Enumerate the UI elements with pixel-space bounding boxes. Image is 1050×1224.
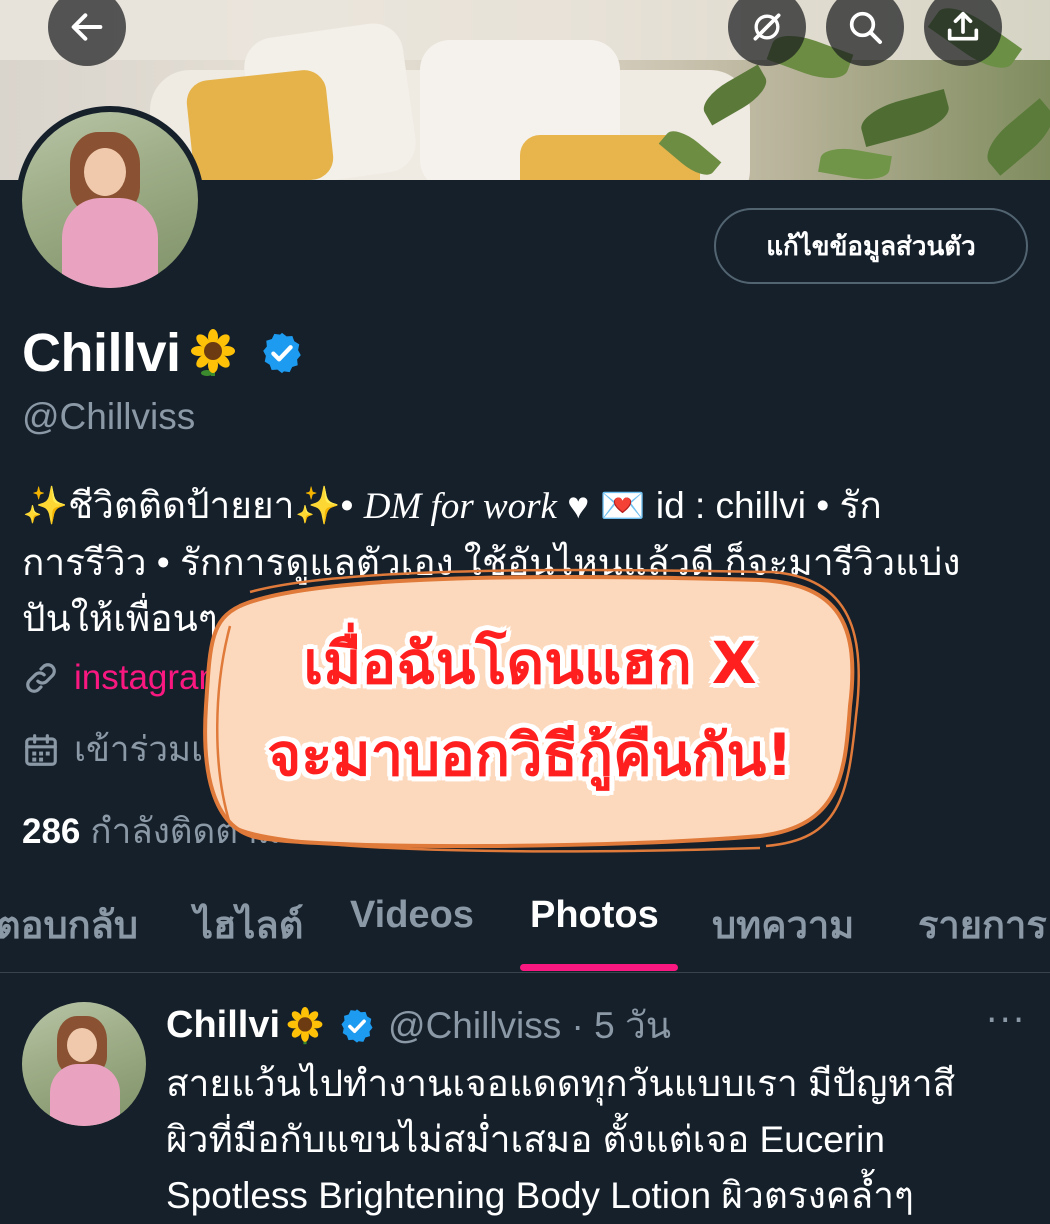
sunflower-icon bbox=[190, 329, 235, 376]
grok-icon bbox=[753, 13, 781, 41]
calendar-icon bbox=[25, 733, 57, 766]
tab-highlights[interactable]: ไฮไลต์ bbox=[194, 894, 303, 955]
tab-replies[interactable]: ตอบกลับ bbox=[0, 894, 138, 955]
tweet-author-name[interactable]: Chillvi bbox=[166, 1004, 280, 1047]
edit-profile-button[interactable]: แก้ไขข้อมูลส่วนตัว bbox=[714, 208, 1028, 284]
following-count: 286 bbox=[22, 812, 81, 851]
bio-dm-for-work: DM for work bbox=[363, 486, 557, 527]
tweet-header: Chillvi @Chillviss · 5 วัน bbox=[166, 996, 671, 1055]
search-icon bbox=[849, 11, 882, 44]
more-options-icon[interactable]: ··· bbox=[986, 1000, 1026, 1041]
profile-handle: @Chillviss bbox=[22, 396, 196, 437]
sticker-line-1: เมื่อฉันโดนแฮก X bbox=[303, 629, 757, 697]
tweet-avatar[interactable] bbox=[22, 1002, 146, 1126]
sunflower-icon bbox=[287, 1006, 323, 1044]
profile-tabs: ตอบกลับ ไฮไลต์ Videos Photos บทความ รายก… bbox=[0, 880, 1050, 973]
tweet-text-line: ผิวที่มือกับแขนไม่สม่ำเสมอ ตั้งแต่เจอ Eu… bbox=[166, 1119, 885, 1160]
profile-avatar[interactable] bbox=[16, 106, 204, 294]
bio-line1-a: ✨ชีวิตติดป้ายยา✨• bbox=[22, 485, 364, 526]
tab-photos[interactable]: Photos bbox=[530, 894, 659, 937]
arrow-left-icon bbox=[71, 13, 103, 41]
link-icon bbox=[26, 663, 56, 693]
tab-lists[interactable]: รายการ bbox=[918, 894, 1047, 955]
verified-badge-icon bbox=[341, 1008, 373, 1043]
tab-videos[interactable]: Videos bbox=[350, 894, 474, 937]
share-icon bbox=[947, 11, 979, 41]
tab-articles[interactable]: บทความ bbox=[712, 894, 854, 955]
profile-link-row[interactable]: instagram bbox=[22, 658, 228, 698]
tweet-text-line: สายแว้นไปทำงานเจอแดดทุกวันแบบเรา มีปัญหา… bbox=[166, 1063, 956, 1104]
overlay-sticker: เมื่อฉันโดนแฮก X จะมาบอกวิธีกู้คืนกัน! bbox=[200, 566, 861, 853]
active-tab-indicator bbox=[520, 964, 678, 971]
bio-line1-b: ♥ 💌 id : chillvi • รัก bbox=[556, 485, 882, 526]
verified-badge-icon[interactable] bbox=[259, 330, 305, 376]
tweet-text: สายแว้นไปทำงานเจอแดดทุกวันแบบเรา มีปัญหา… bbox=[166, 1056, 1036, 1224]
tweet-text-line: Spotless Brightening Body Lotion ผิวตรงค… bbox=[166, 1175, 914, 1216]
avatar-image bbox=[22, 112, 198, 288]
sticker-line-2: จะมาบอกวิธีกู้คืนกัน! bbox=[267, 721, 793, 789]
display-name: Chillvi bbox=[22, 323, 181, 383]
profile-name-row: Chillvi bbox=[22, 322, 305, 384]
tweet-handle-time: @Chillviss · 5 วัน bbox=[388, 1005, 672, 1046]
